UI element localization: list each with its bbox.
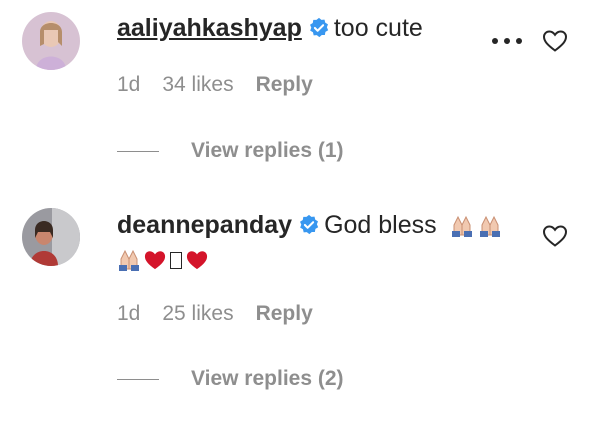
view-replies-button[interactable]: View replies (1) [117,139,344,163]
comment-aaliyahkashyap: aaliyahkashyap too cute 1d 34 likes Reply … [0,0,600,190]
verified-badge-icon [298,214,320,236]
heart-icon[interactable] [542,224,568,248]
red-heart-emoji [143,249,167,271]
missing-glyph-icon [170,252,182,269]
view-replies-button[interactable]: View replies (2) [117,367,344,391]
likes-count[interactable]: 34 likes [162,73,233,96]
avatar[interactable] [22,208,80,266]
verified-badge-icon [308,17,330,39]
divider-line [117,150,159,152]
heart-icon[interactable] [542,29,568,53]
view-replies-label: View replies (1) [191,139,344,162]
reply-button[interactable]: Reply [256,302,313,325]
username-link[interactable]: aaliyahkashyap [117,14,302,42]
username-link[interactable]: deannepanday [117,211,292,239]
likes-count[interactable]: 25 likes [162,302,233,325]
divider-line [117,378,159,380]
folded-hands-emoji [450,211,504,237]
comment-text: too cute [333,14,423,42]
comment-deannepanday: deannepanday God bless 1d 25 likes Reply… [0,190,600,424]
reply-button[interactable]: Reply [256,73,313,96]
folded-hands-emoji [117,245,143,271]
comment-time: 1d [117,73,141,96]
more-options-icon[interactable] [492,35,526,45]
avatar[interactable] [22,12,80,70]
red-heart-emoji [185,249,209,271]
comment-text: God bless [324,211,437,239]
view-replies-label: View replies (2) [191,367,344,390]
comment-time: 1d [117,302,141,325]
